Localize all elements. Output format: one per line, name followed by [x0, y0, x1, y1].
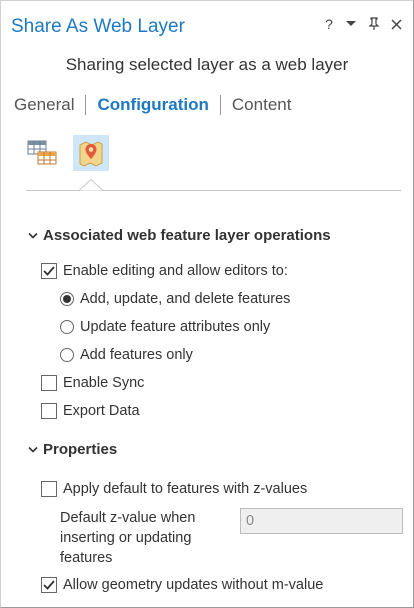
feature-layer-icon: [79, 141, 103, 167]
table-grid-icon: [27, 140, 57, 165]
tab-separator: [219, 95, 221, 115]
section-header-operations[interactable]: Associated web feature layer operations: [28, 227, 331, 244]
default-z-value-input[interactable]: [240, 508, 403, 534]
radio-label: Update feature attributes only: [80, 319, 271, 335]
enable-sync-label: Enable Sync: [63, 375, 145, 391]
edit-option-row[interactable]: Add, update, and delete features: [60, 291, 290, 307]
allow-geometry-updates-row[interactable]: Allow geometry updates without m-value: [41, 577, 323, 593]
edit-option-row[interactable]: Add features only: [60, 347, 193, 363]
allow-geometry-updates-label: Allow geometry updates without m-value: [63, 577, 324, 593]
tab-general[interactable]: General: [14, 95, 74, 115]
pin-icon[interactable]: [368, 17, 382, 31]
export-data-checkbox[interactable]: [41, 403, 57, 419]
default-z-label-line: features: [60, 550, 113, 566]
layers-table-icon-button[interactable]: [25, 135, 61, 171]
default-z-label-line: Default z-value when: [60, 510, 196, 526]
allow-geometry-updates-checkbox[interactable]: [41, 577, 57, 593]
share-web-layer-pane: Share As Web Layer ? Sharing selected la…: [0, 0, 414, 608]
apply-default-z-label: Apply default to features with z-values: [63, 481, 308, 497]
enable-editing-checkbox[interactable]: [41, 263, 57, 279]
default-z-value-label: Default z-value when inserting or updati…: [60, 508, 220, 568]
checkmark-icon: [43, 580, 55, 590]
tab-strip: General Configuration Content: [14, 95, 291, 115]
enable-editing-row[interactable]: Enable editing and allow editors to:: [41, 263, 288, 279]
export-data-label: Export Data: [63, 403, 140, 419]
close-icon[interactable]: [391, 18, 405, 30]
tab-separator: [85, 95, 87, 115]
pane-controls: ?: [322, 16, 405, 32]
enable-editing-label: Enable editing and allow editors to:: [63, 263, 288, 279]
tab-configuration[interactable]: Configuration: [97, 95, 208, 115]
enable-sync-checkbox[interactable]: [41, 375, 57, 391]
apply-default-z-checkbox[interactable]: [41, 481, 57, 497]
pane-title-bar: Share As Web Layer ?: [1, 1, 413, 45]
selection-pointer-icon: [79, 179, 103, 191]
help-button[interactable]: ?: [322, 16, 336, 32]
export-data-row[interactable]: Export Data: [41, 403, 140, 419]
section-title: Properties: [43, 441, 118, 458]
radio-add-only[interactable]: [60, 348, 74, 362]
feature-layer-icon-button[interactable]: [73, 135, 109, 171]
apply-default-z-row[interactable]: Apply default to features with z-values: [41, 481, 307, 497]
chevron-down-icon: [28, 227, 42, 244]
tab-content[interactable]: Content: [232, 95, 292, 115]
radio-label: Add features only: [80, 347, 193, 363]
pane-title: Share As Web Layer: [11, 16, 185, 37]
edit-option-row[interactable]: Update feature attributes only: [60, 319, 270, 335]
chevron-down-icon: [28, 441, 42, 458]
radio-update-attributes[interactable]: [60, 320, 74, 334]
options-dropdown-icon[interactable]: [345, 20, 359, 28]
section-title: Associated web feature layer operations: [43, 227, 331, 244]
pane-subtitle: Sharing selected layer as a web layer: [65, 55, 349, 74]
radio-label: Add, update, and delete features: [80, 291, 291, 307]
section-header-properties[interactable]: Properties: [28, 441, 117, 458]
checkmark-icon: [43, 266, 55, 276]
radio-add-update-delete[interactable]: [60, 292, 74, 306]
enable-sync-row[interactable]: Enable Sync: [41, 375, 144, 391]
default-z-label-line: inserting or updating: [60, 530, 192, 546]
radio-selected-dot: [63, 295, 71, 303]
